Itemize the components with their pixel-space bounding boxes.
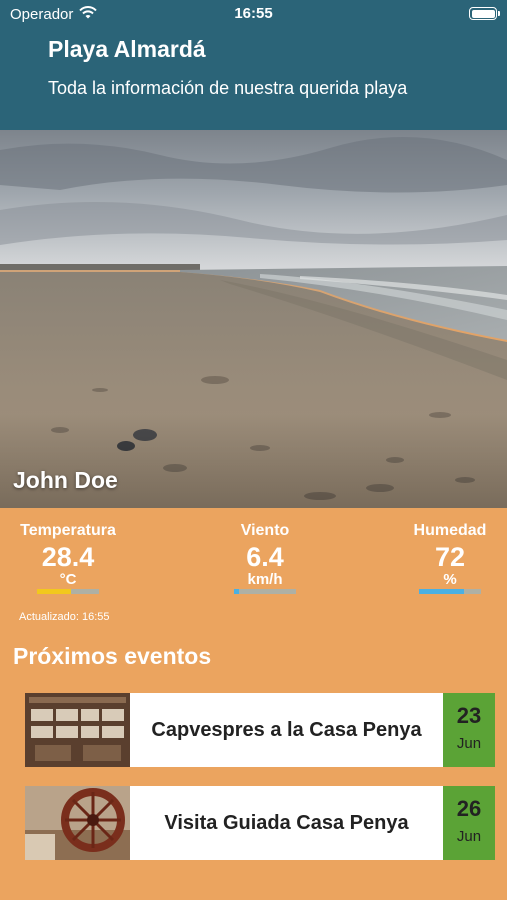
event-day: 23 [456,703,482,728]
metric-label: Humedad [413,522,487,539]
event-date-badge: 26 Jun [443,786,495,860]
event-date-badge: 23 Jun [443,693,495,767]
app-header: Operador 16:55 Playa Almardá Toda la inf… [0,0,507,130]
temperature-bar [37,589,99,594]
humidity-bar [419,589,481,594]
page-title: Playa Almardá [48,36,206,62]
metric-label: Temperatura [20,522,116,539]
event-day: 26 [456,796,482,821]
page-subtitle: Toda la información de nuestra querida p… [48,78,408,98]
metric-label: Viento [240,522,290,539]
event-title: Visita Guiada Casa Penya [164,811,409,834]
event-month: Jun [456,828,482,845]
status-time: 16:55 [234,5,273,22]
wind-bar [234,589,296,594]
event-photo-image [25,786,130,860]
event-month: Jun [456,735,482,752]
metric-unit: °C [59,571,77,588]
beach-photo: John Doe [0,130,507,508]
metric-unit: km/h [247,571,283,588]
event-card[interactable]: Capvespres a la Casa Penya 23 Jun [25,693,495,767]
updated-timestamp: Actualizado: 16:55 [19,611,110,623]
battery-icon [469,7,500,20]
metric-value: 6.4 [246,542,284,572]
humidity-metric: Humedad 72 % [395,522,505,594]
event-card[interactable]: Visita Guiada Casa Penya 26 Jun [25,786,495,860]
user-name: John Doe [13,467,118,493]
metric-unit: % [443,571,457,588]
events-section-title: Próximos eventos [13,643,212,669]
event-title: Capvespres a la Casa Penya [151,718,422,741]
metric-value: 72 [434,542,466,572]
temperature-metric: Temperatura 28.4 °C [13,522,123,594]
wind-metric: Viento 6.4 km/h [210,522,320,594]
metric-value: 28.4 [41,542,95,572]
status-bar: Operador 16:55 [0,0,507,28]
event-poster-image [25,693,130,767]
